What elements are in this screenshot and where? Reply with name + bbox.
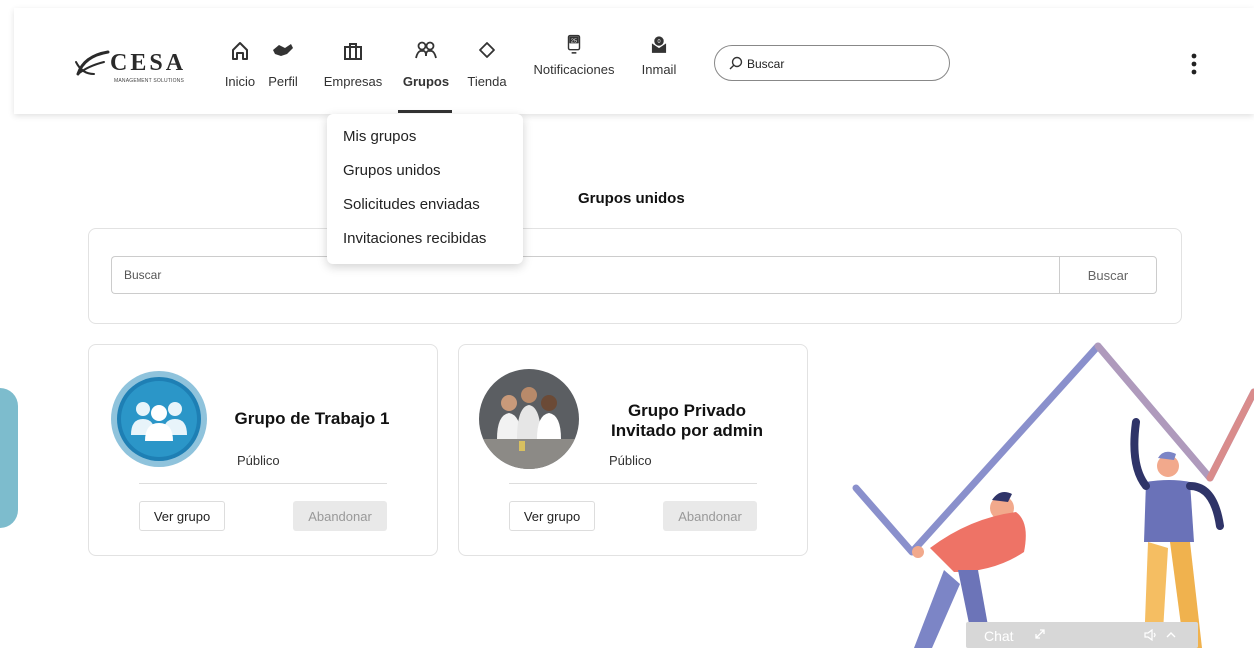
nav-label-perfil: Perfil [268, 74, 298, 89]
page-title: Grupos unidos [578, 190, 685, 207]
nav-label-notificaciones: Notificaciones [533, 62, 615, 77]
leave-group-button[interactable]: Abandonar [663, 501, 757, 531]
search-icon [729, 56, 743, 70]
nav-item-tienda[interactable]: Tienda [462, 40, 512, 89]
chat-label: Chat [984, 628, 1014, 644]
nav-item-inicio[interactable]: Inicio [218, 40, 262, 89]
header-search-input[interactable] [747, 54, 927, 74]
sound-icon[interactable] [1144, 629, 1158, 641]
chevron-up-icon[interactable] [1166, 630, 1176, 640]
view-group-button[interactable]: Ver grupo [509, 501, 595, 531]
nav-item-grupos[interactable]: Grupos [398, 40, 454, 89]
decorative-teal-shape [0, 388, 18, 528]
top-navigation-bar: CESA MANAGEMENT SOLUTIONS Inicio Perfil … [14, 8, 1254, 114]
menu-item-mis-grupos[interactable]: Mis grupos [327, 126, 523, 160]
nav-item-notificaciones[interactable]: 25 Notificaciones [526, 34, 622, 77]
divider [509, 483, 757, 484]
chat-bar[interactable]: Chat [966, 622, 1198, 648]
mail-icon: 0 [651, 36, 667, 53]
group-icon [415, 41, 437, 59]
bell-icon: 25 [567, 34, 581, 54]
nav-label-inmail: Inmail [641, 62, 677, 77]
group-card: Grupo Privado Invitado por admin Público… [458, 344, 808, 556]
active-tab-indicator [398, 110, 452, 113]
people-holding-chart-illustration [852, 342, 1254, 648]
nav-label-grupos: Grupos [402, 74, 450, 89]
nav-label-empresas: Empresas [323, 74, 383, 89]
menu-item-invitaciones-recibidas[interactable]: Invitaciones recibidas [327, 228, 523, 262]
nav-item-inmail[interactable]: 0 Inmail [634, 34, 684, 77]
leave-group-button[interactable]: Abandonar [293, 501, 387, 531]
nav-label-inicio: Inicio [224, 74, 256, 89]
notifications-badge: 25 [571, 38, 577, 44]
nav-item-empresas[interactable]: Empresas [318, 40, 388, 89]
handshake-icon [273, 44, 293, 56]
group-card: Grupo de Trabajo 1 Público Ver grupo Aba… [88, 344, 438, 556]
group-visibility: Público [609, 453, 652, 468]
divider [139, 483, 387, 484]
brand-name: CESA [110, 50, 187, 76]
menu-item-solicitudes-enviadas[interactable]: Solicitudes enviadas [327, 194, 523, 228]
tag-icon [479, 42, 495, 58]
menu-item-grupos-unidos[interactable]: Grupos unidos [327, 160, 523, 194]
group-people-icon [111, 371, 207, 467]
groups-search-input[interactable] [111, 256, 1061, 294]
group-avatar [479, 369, 579, 469]
groups-dropdown-menu: Mis grupos Grupos unidos Solicitudes env… [327, 114, 523, 264]
view-group-button[interactable]: Ver grupo [139, 501, 225, 531]
inmail-badge: 0 [657, 39, 660, 45]
group-name[interactable]: Grupo Privado Invitado por admin [597, 401, 777, 441]
team-photo-icon [479, 369, 579, 469]
cesa-logo[interactable]: CESA MANAGEMENT SOLUTIONS [74, 48, 209, 88]
home-icon [232, 42, 248, 60]
group-avatar [109, 369, 209, 469]
groups-search-card: Buscar [88, 228, 1182, 324]
nav-item-perfil[interactable]: Perfil [262, 40, 304, 89]
logo-mark-icon [75, 50, 110, 76]
nav-label-tienda: Tienda [467, 74, 507, 89]
group-visibility: Público [237, 453, 280, 468]
expand-icon[interactable] [1034, 628, 1046, 640]
groups-search-button[interactable]: Buscar [1059, 256, 1157, 294]
more-options-icon[interactable] [1190, 52, 1198, 76]
group-name[interactable]: Grupo de Trabajo 1 [227, 409, 397, 429]
briefcase-icon [344, 43, 362, 60]
header-search-box[interactable] [714, 45, 950, 81]
brand-tagline: MANAGEMENT SOLUTIONS [114, 78, 185, 84]
